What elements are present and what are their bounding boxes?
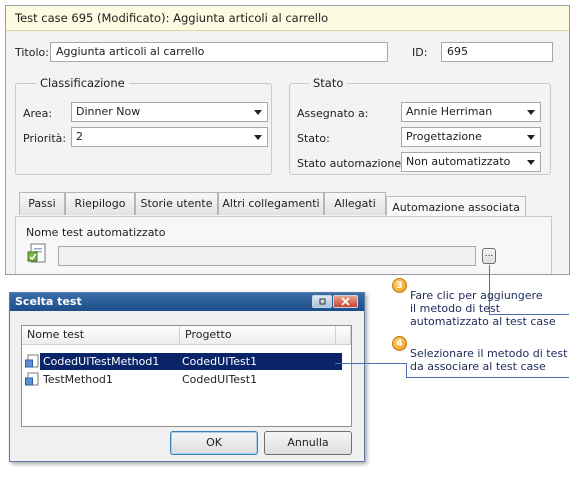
callout-4-line: Selezionare il metodo di test bbox=[410, 347, 568, 360]
tab-storie-utente[interactable]: Storie utente bbox=[135, 192, 218, 215]
callout-4-connector bbox=[406, 377, 569, 378]
classificazione-legend: Classificazione bbox=[36, 76, 129, 90]
area-label: Area: bbox=[23, 107, 53, 120]
chevron-down-icon bbox=[254, 110, 262, 115]
scelta-test-dialog: Scelta test Nome test Progetto CodedUITe… bbox=[9, 292, 365, 462]
annulla-button[interactable]: Annulla bbox=[264, 431, 352, 455]
stato-value: Progettazione bbox=[406, 130, 482, 143]
callout-3-text: Fare clic per aggiungere il metodo di te… bbox=[410, 289, 556, 328]
nome-test-field bbox=[58, 246, 476, 266]
chevron-down-icon bbox=[527, 135, 535, 140]
tab-allegati[interactable]: Allegati bbox=[324, 192, 386, 215]
test-method-icon bbox=[27, 243, 47, 265]
column-header-progetto[interactable]: Progetto bbox=[180, 326, 336, 345]
row-name: CodedUITestMethod1 bbox=[43, 355, 160, 368]
row-project: CodedUITest1 bbox=[182, 355, 258, 368]
callout-4-badge: 4 bbox=[392, 336, 407, 351]
callout-4-connector bbox=[335, 363, 406, 364]
priorita-dropdown[interactable]: 2 bbox=[71, 127, 268, 147]
nome-test-label: Nome test automatizzato bbox=[26, 226, 166, 239]
callout-4-text: Selezionare il metodo di test da associa… bbox=[410, 347, 567, 373]
chevron-down-icon bbox=[527, 160, 535, 165]
titolo-input[interactable]: Aggiunta articoli al carrello bbox=[50, 42, 388, 62]
callout-3-line: il metodo di test bbox=[410, 302, 501, 315]
test-case-window: Test case 695 (Modificato): Aggiunta art… bbox=[5, 5, 570, 275]
restore-button[interactable] bbox=[312, 295, 332, 308]
assegnato-dropdown[interactable]: Annie Herriman bbox=[401, 102, 541, 122]
automazione-dropdown[interactable]: Non automatizzato bbox=[401, 152, 541, 172]
row-project: CodedUITest1 bbox=[182, 373, 258, 386]
assegnato-value: Annie Herriman bbox=[406, 105, 493, 118]
automazione-value: Non automatizzato bbox=[406, 155, 511, 168]
chevron-down-icon bbox=[527, 110, 535, 115]
ok-button[interactable]: OK bbox=[170, 431, 258, 455]
automazione-label: Stato automazione: bbox=[297, 157, 405, 170]
chevron-down-icon bbox=[254, 135, 262, 140]
id-label: ID: bbox=[412, 46, 428, 59]
test-method-icon bbox=[25, 372, 39, 387]
callout-3-line: automatizzato al test case bbox=[410, 315, 556, 328]
row-name: TestMethod1 bbox=[43, 373, 113, 386]
list-item[interactable]: CodedUITestMethod1 CodedUITest1 bbox=[40, 353, 342, 370]
close-button[interactable] bbox=[333, 295, 358, 308]
area-value: Dinner Now bbox=[76, 105, 141, 118]
tab-passi[interactable]: Passi bbox=[19, 192, 65, 215]
stato-dropdown[interactable]: Progettazione bbox=[401, 127, 541, 147]
assegnato-label: Assegnato a: bbox=[297, 107, 369, 120]
column-header-filler bbox=[336, 326, 351, 345]
browse-button[interactable]: ... bbox=[482, 248, 496, 264]
area-dropdown[interactable]: Dinner Now bbox=[71, 102, 268, 122]
close-icon bbox=[341, 297, 350, 306]
test-method-icon bbox=[25, 354, 39, 369]
callout-4-connector bbox=[406, 363, 407, 378]
tab-altri-collegamenti[interactable]: Altri collegamenti bbox=[218, 192, 324, 215]
window-title: Test case 695 (Modificato): Aggiunta art… bbox=[6, 6, 569, 31]
tab-riepilogo[interactable]: Riepilogo bbox=[65, 192, 135, 215]
dialog-title: Scelta test bbox=[10, 293, 364, 311]
callout-4-line: da associare al test case bbox=[410, 360, 546, 373]
callout-3-line: Fare clic per aggiungere bbox=[410, 289, 543, 302]
id-field: 695 bbox=[441, 42, 553, 62]
list-item[interactable]: TestMethod1 CodedUITest1 bbox=[40, 371, 342, 388]
test-list: Nome test Progetto CodedUITestMethod1 Co… bbox=[21, 325, 352, 427]
priorita-label: Priorità: bbox=[23, 132, 67, 145]
titolo-label: Titolo: bbox=[15, 46, 49, 59]
stato-legend: Stato bbox=[309, 76, 348, 90]
stato-label: Stato: bbox=[297, 132, 330, 145]
priorita-value: 2 bbox=[76, 130, 83, 143]
callout-3-badge: 3 bbox=[392, 278, 407, 293]
column-header-nome-test[interactable]: Nome test bbox=[22, 326, 180, 345]
